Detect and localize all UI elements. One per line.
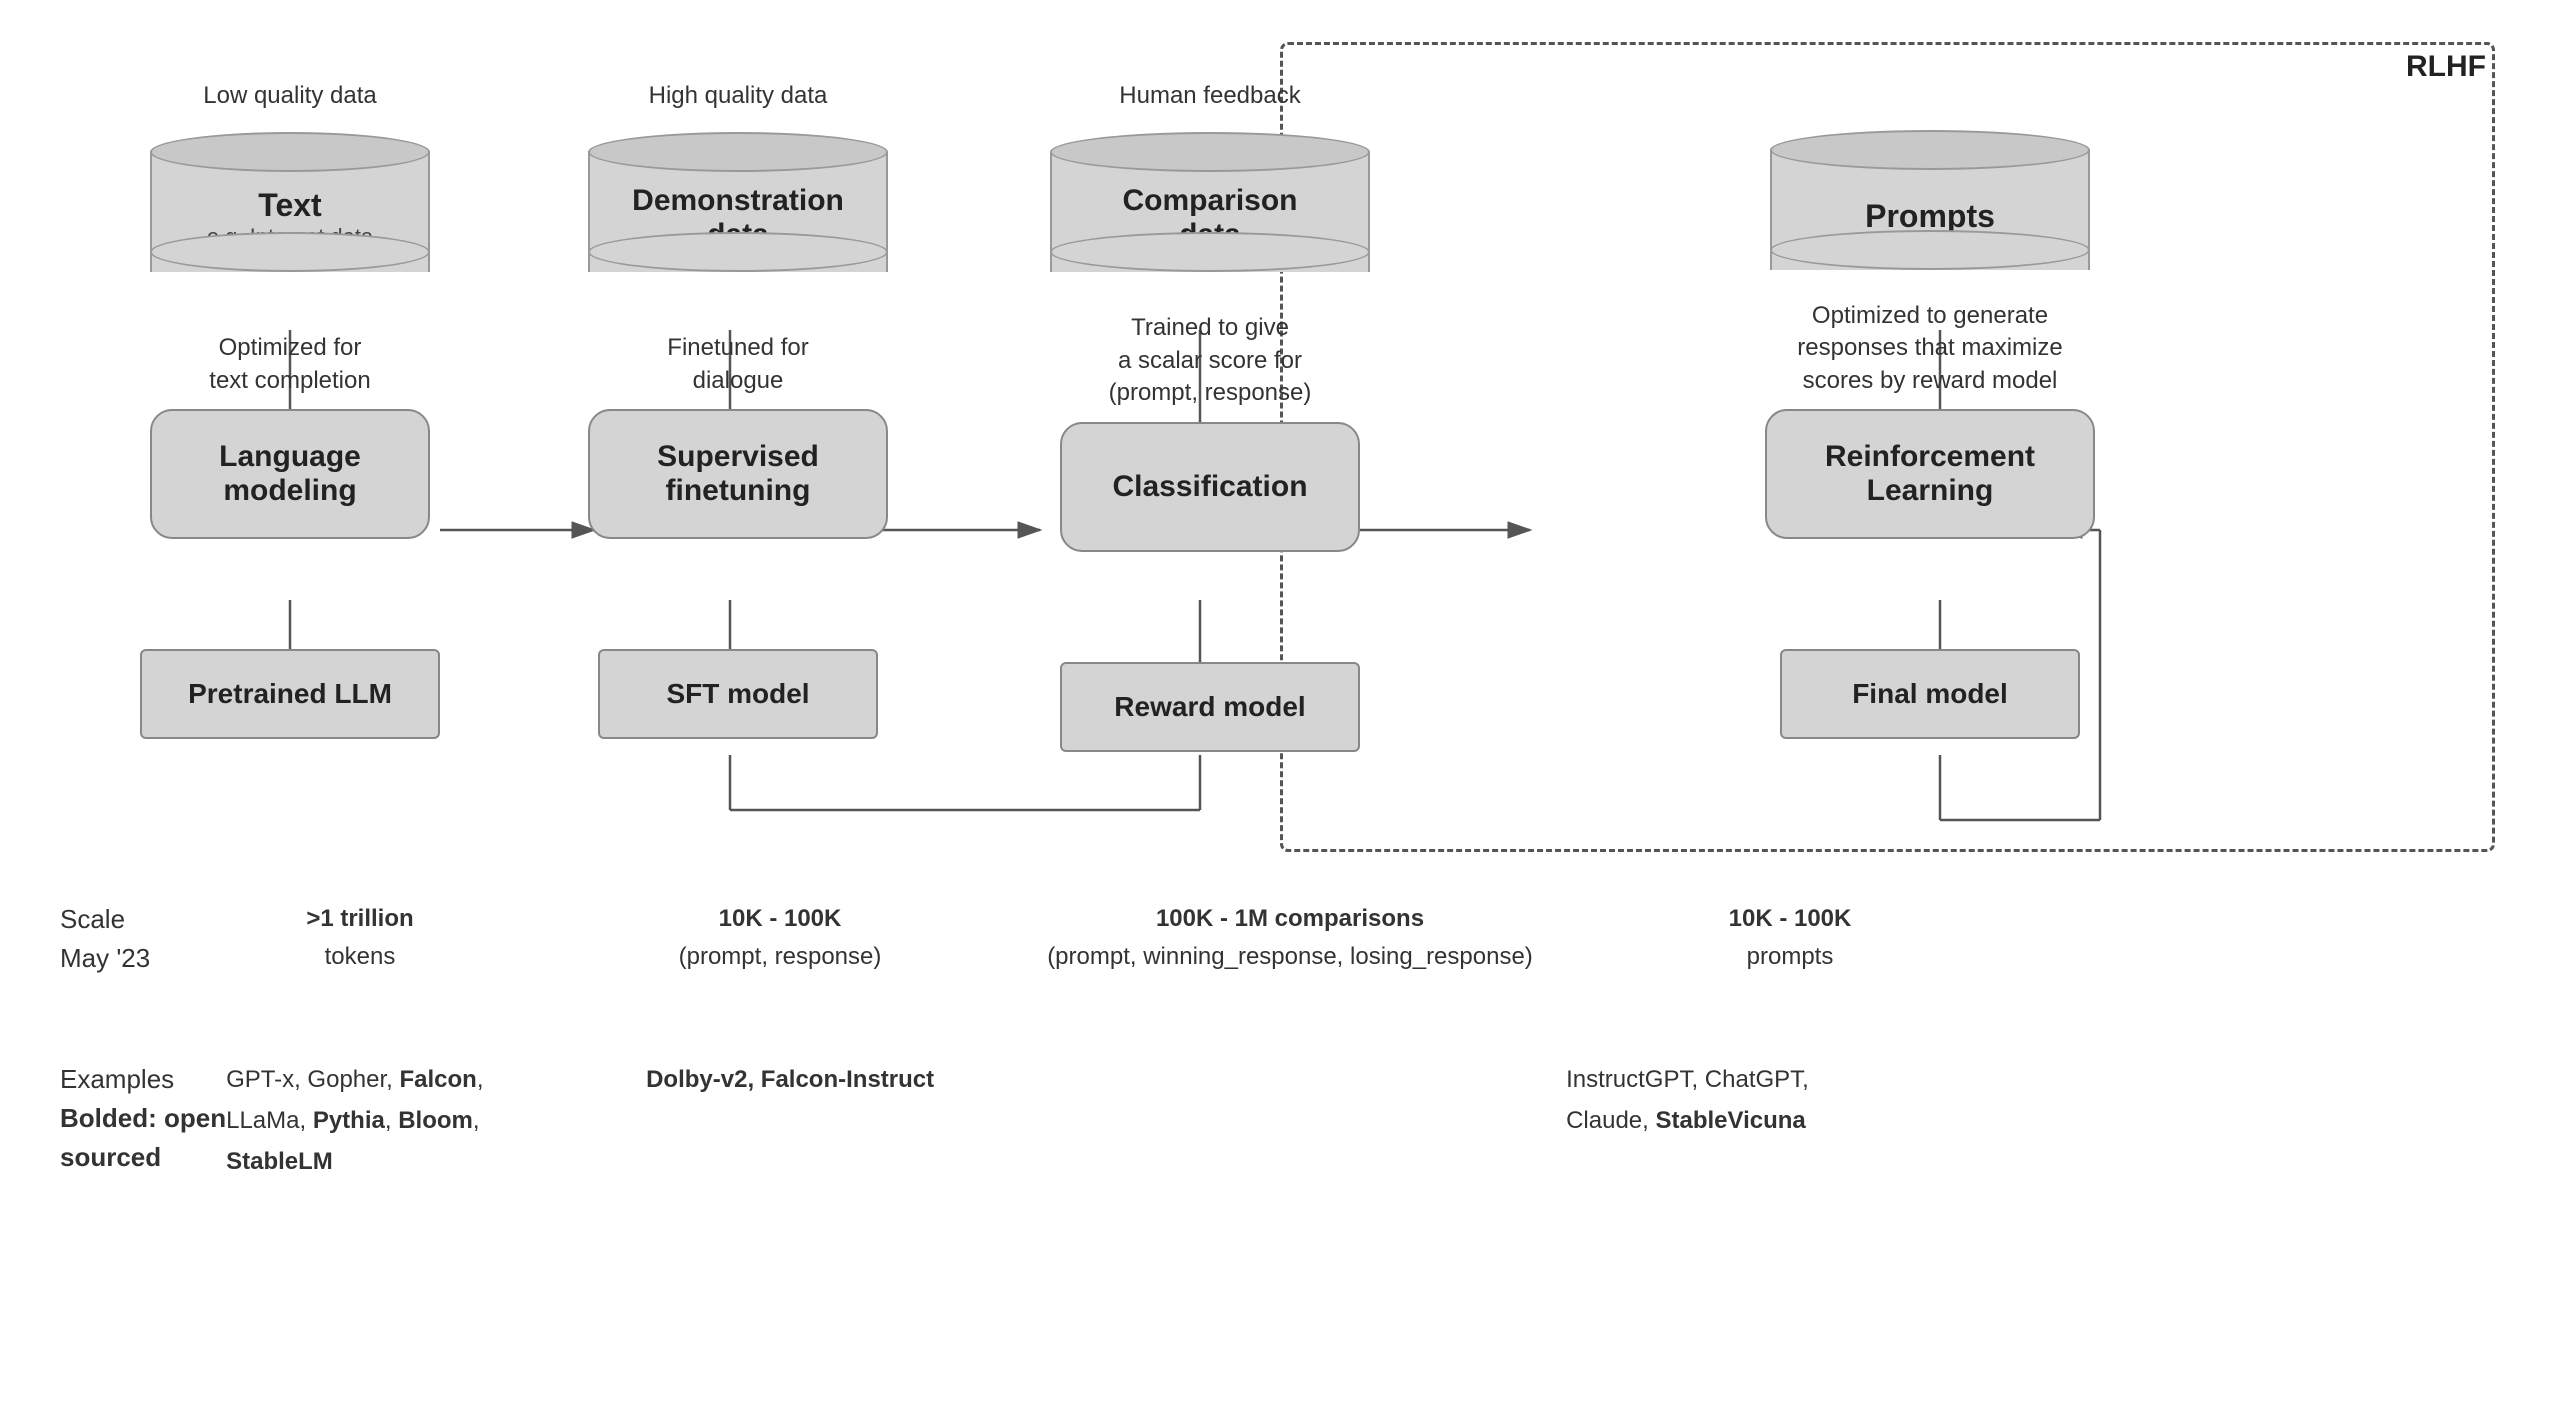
col4-arrow-label: Optimized to generateresponses that maxi… [1770, 300, 2090, 397]
rlhf-label: RLHF [2406, 50, 2486, 84]
scale-section: ScaleMay '23 >1 trilliontokens 10K - 100… [60, 900, 2494, 978]
col4-output-box: Final model [1780, 649, 2080, 739]
col3-arrow-label: Trained to givea scalar score for(prompt… [1070, 312, 1350, 409]
scale-col4: 10K - 100Kprompts [1640, 900, 1940, 977]
scale-col3: 100K - 1M comparisons(prompt, winning_re… [1040, 900, 1540, 977]
col3-label-above: Human feedback [1020, 80, 1400, 112]
examples-section: ExamplesBolded: opensourced GPT-x, Gophe… [60, 1060, 2494, 1182]
column-1: Low quality data Text e.g. Internet data… [120, 80, 460, 739]
scale-col1: >1 trilliontokens [200, 900, 520, 977]
col1-cylinder-title: Text [258, 187, 321, 224]
col4-cylinder: Prompts [1770, 130, 2090, 270]
col2-output-box: SFT model [598, 649, 878, 739]
scale-label: ScaleMay '23 [60, 900, 200, 978]
col3-output-box: Reward model [1060, 662, 1360, 752]
column-4: Prompts Optimized to generateresponses t… [1730, 80, 2130, 739]
col2-cylinder: Demonstrationdata [588, 132, 888, 272]
col2-arrow-label: Finetuned fordialogue [628, 332, 848, 397]
column-2: High quality data Demonstrationdata Fine… [558, 80, 918, 739]
col1-cylinder: Text e.g. Internet data [150, 132, 430, 272]
col2-process-box: Supervisedfinetuning [588, 409, 888, 539]
examples-col2: Dolby-v2, Falcon-Instruct [646, 1060, 966, 1101]
col3-cylinder: Comparisondata [1050, 132, 1370, 272]
col2-label-above: High quality data [558, 80, 918, 112]
col4-process-box: ReinforcementLearning [1765, 409, 2095, 539]
col1-output-box: Pretrained LLM [140, 649, 440, 739]
col1-label-above: Low quality data [120, 80, 460, 112]
col4-cylinder-title: Prompts [1865, 198, 1995, 235]
examples-col4: InstructGPT, ChatGPT,Claude, StableVicun… [1566, 1060, 1966, 1142]
col3-process-box: Classification [1060, 422, 1360, 552]
col4-label-above [1730, 80, 2130, 110]
examples-col1: GPT-x, Gopher, Falcon,LLaMa, Pythia, Blo… [226, 1060, 546, 1182]
diagram-container: RLHF [0, 0, 2554, 1428]
scale-col2: 10K - 100K(prompt, response) [620, 900, 940, 977]
examples-label: ExamplesBolded: opensourced [60, 1060, 226, 1177]
col1-arrow-label: Optimized fortext completion [190, 332, 390, 397]
column-3: Human feedback Comparisondata Trained to… [1020, 80, 1400, 752]
col1-process-box: Languagemodeling [150, 409, 430, 539]
